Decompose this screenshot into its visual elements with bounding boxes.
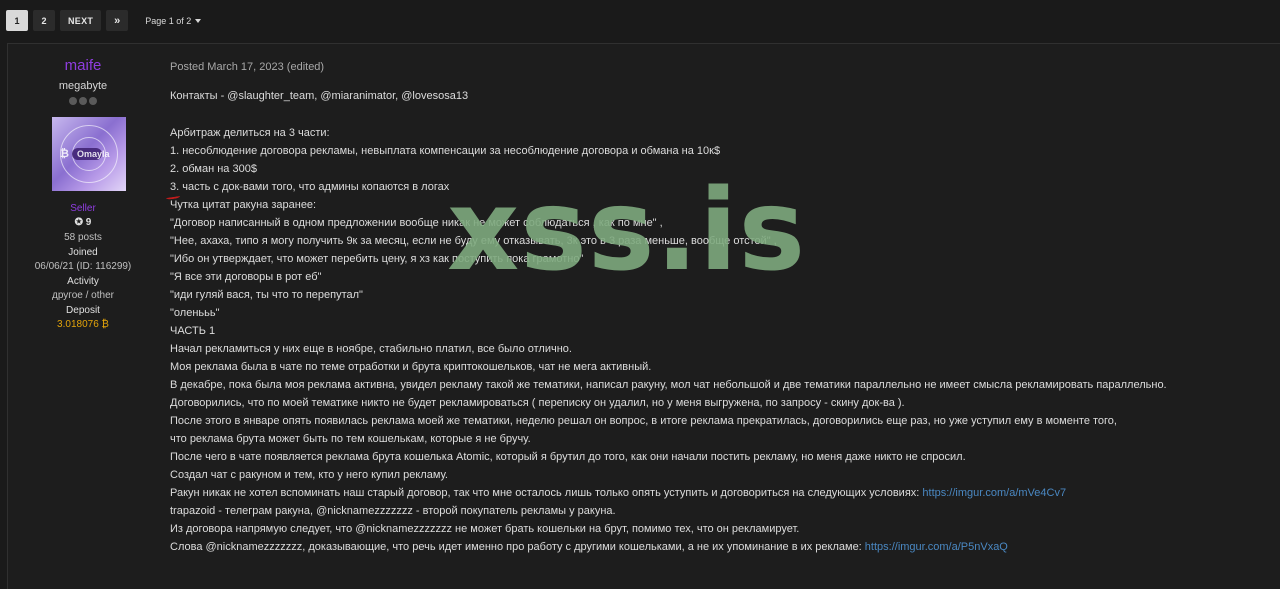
post-line-text: 2. обман на 300$ bbox=[170, 163, 257, 175]
post-line: Из договора напрямую следует, что @nickn… bbox=[170, 523, 799, 535]
post-line: "оленььь" bbox=[170, 307, 220, 319]
post-line-text: "оленььь" bbox=[170, 307, 220, 319]
author-group: Seller bbox=[70, 203, 96, 214]
post-line: Моя реклама была в чате по теме отработк… bbox=[170, 361, 651, 373]
post-line: "Я все эти договоры в рот еб" bbox=[170, 271, 321, 283]
rank-pip-icon bbox=[79, 97, 87, 105]
imgur-link[interactable]: https://imgur.com/a/mVe4Cv7 bbox=[922, 487, 1066, 499]
bitcoin-icon: ₿ bbox=[60, 148, 69, 160]
post-line-text: "Договор написанный в одном предложении … bbox=[170, 217, 663, 229]
pagination: 1 2 NEXT » Page 1 of 2 bbox=[6, 10, 202, 31]
post-line: После этого в январе опять появилась рек… bbox=[170, 415, 1117, 427]
post-line: Начал рекламиться у них еще в ноябре, ст… bbox=[170, 343, 572, 355]
post-line: После чего в чате появляется реклама бру… bbox=[170, 451, 966, 463]
post-line-text: "Нее, ахаха, типо я могу получить 9к за … bbox=[170, 235, 777, 247]
post-line-text: что реклама брута может быть по тем коше… bbox=[170, 433, 531, 445]
joined-label: Joined bbox=[68, 247, 98, 258]
post-line: Слова @nicknamezzzzzzz, доказывающие, чт… bbox=[170, 541, 1008, 553]
rank-pip-icon bbox=[69, 97, 77, 105]
reputation: ✪ 9 bbox=[8, 217, 158, 228]
post-line: "Нее, ахаха, типо я могу получить 9к за … bbox=[170, 235, 777, 247]
post-line: Контакты - @slaughter_team, @miaranimato… bbox=[170, 90, 468, 102]
avatar-logo-text: Omayla bbox=[77, 149, 110, 159]
page-jump-label: Page 1 of 2 bbox=[145, 15, 192, 26]
post-line: что реклама брута может быть по тем коше… bbox=[170, 433, 531, 445]
page-1-button[interactable]: 1 bbox=[6, 10, 28, 31]
post-line: 3. часть с док-вами того, что админы коп… bbox=[170, 181, 449, 193]
page-jump-dropdown[interactable]: Page 1 of 2 bbox=[145, 15, 202, 26]
post-line-text: "Ибо он утверждает, что может перебить ц… bbox=[170, 253, 584, 265]
post-line-text: Начал рекламиться у них еще в ноябре, ст… bbox=[170, 343, 572, 355]
post-line-text: В декабре, пока была моя реклама активна… bbox=[170, 379, 1167, 391]
chevron-down-icon bbox=[195, 18, 202, 23]
post-line-text: ЧАСТЬ 1 bbox=[170, 325, 216, 337]
post-line-text: Контакты - @slaughter_team, @miaranimato… bbox=[170, 90, 469, 102]
post-line-text: Создал чат с ракуном и тем, кто у него к… bbox=[170, 469, 448, 481]
post-line: ЧАСТЬ 1 bbox=[170, 325, 215, 337]
post-line: "иди гуляй вася, ты что то перепутал" bbox=[170, 289, 363, 301]
post-line: 1. несоблюдение договора рекламы, невыпл… bbox=[170, 145, 720, 157]
post-line-text: Ракун никак не хотел вспоминать наш стар… bbox=[170, 487, 923, 499]
rank-pip-icon bbox=[89, 97, 97, 105]
rank-pips bbox=[8, 97, 158, 105]
next-page-button[interactable]: NEXT bbox=[60, 10, 102, 31]
post-count: 58 posts bbox=[64, 232, 102, 243]
post-timestamp[interactable]: Posted March 17, 2023 (edited) bbox=[170, 61, 324, 73]
post-line-text: Моя реклама была в чате по теме отработк… bbox=[170, 361, 652, 373]
post-line: Ракун никак не хотел вспоминать наш стар… bbox=[170, 487, 1066, 499]
post-line-text: После чего в чате появляется реклама бру… bbox=[170, 451, 966, 463]
reputation-value: 9 bbox=[85, 217, 92, 228]
deposit-value: 3.018076 ₿ bbox=[57, 319, 109, 330]
post-line: В декабре, пока была моя реклама активна… bbox=[170, 379, 1167, 391]
activity-value: другое / other bbox=[52, 290, 114, 301]
post-line: Договорились, что по моей тематике никто… bbox=[170, 397, 905, 409]
post-line: trapazoid - телеграм ракуна, @nicknamezz… bbox=[170, 505, 616, 517]
post-line: Создал чат с ракуном и тем, кто у него к… bbox=[170, 469, 448, 481]
deposit-label: Deposit bbox=[66, 305, 100, 316]
post-line: Арбитраж делиться на 3 части: bbox=[170, 127, 330, 139]
reputation-icon: ✪ bbox=[74, 217, 84, 228]
last-page-button[interactable]: » bbox=[106, 10, 129, 31]
author-name[interactable]: maife bbox=[8, 57, 158, 74]
post-line-text: Чутка цитат ракуна заранее: bbox=[170, 199, 317, 211]
page-2-button[interactable]: 2 bbox=[33, 10, 55, 31]
post-line-text: Арбитраж делиться на 3 части: bbox=[170, 127, 330, 139]
imgur-link[interactable]: https://imgur.com/a/P5nVxaQ bbox=[865, 541, 1008, 553]
forum-post: maife megabyte Omayla ₿ Seller ✪ 9 58 po… bbox=[7, 43, 1280, 589]
post-line: 2. обман на 300$ bbox=[170, 163, 257, 175]
post-line-text: 3. часть с док-вами того, что админы коп… bbox=[170, 181, 450, 193]
post-line-text: 1. несоблюдение договора рекламы, невыпл… bbox=[170, 145, 721, 157]
activity-label: Activity bbox=[67, 276, 99, 287]
post-line-text: Договорились, что по моей тематике никто… bbox=[170, 397, 905, 409]
avatar[interactable]: Omayla ₿ bbox=[52, 117, 126, 191]
post-line-text: "иди гуляй вася, ты что то перепутал" bbox=[170, 289, 363, 301]
joined-value: 06/06/21 (ID: 116299) bbox=[34, 261, 132, 272]
post-line-text: "Я все эти договоры в рот еб" bbox=[170, 271, 322, 283]
post-line-text: После этого в январе опять появилась рек… bbox=[170, 415, 1117, 427]
post-line: "Договор написанный в одном предложении … bbox=[170, 217, 663, 229]
post-line-text: Слова @nicknamezzzzzzz, доказывающие, чт… bbox=[170, 541, 865, 553]
author-title: megabyte bbox=[58, 80, 108, 92]
post-line-text: Из договора напрямую следует, что @nickn… bbox=[170, 523, 800, 535]
post-line: Чутка цитат ракуна заранее: bbox=[170, 199, 316, 211]
post-line-text: trapazoid - телеграм ракуна, @nicknamezz… bbox=[170, 505, 616, 517]
post-line: "Ибо он утверждает, что может перебить ц… bbox=[170, 253, 583, 265]
